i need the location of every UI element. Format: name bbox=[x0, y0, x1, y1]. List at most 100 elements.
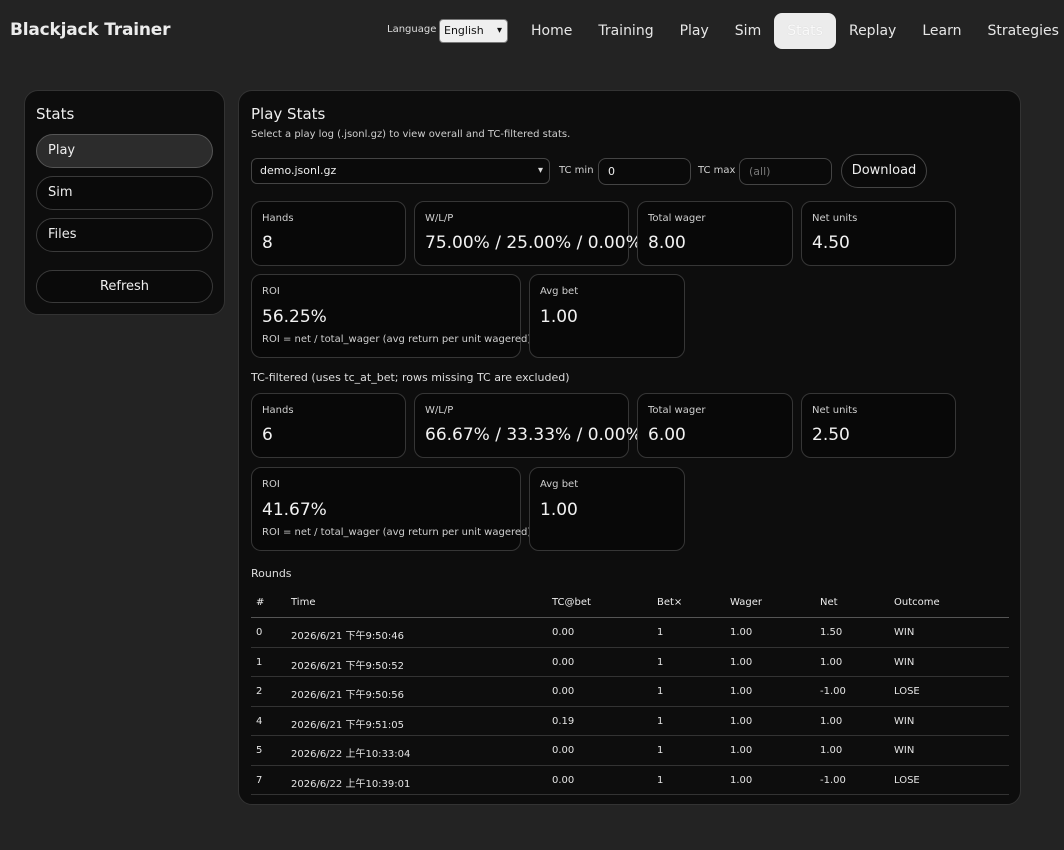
cell-outcome: WIN bbox=[894, 715, 915, 727]
cell-time: 2026/6/22 上午10:39:01 bbox=[291, 778, 411, 790]
filtered-card-wlp: W/L/P 66.67% / 33.33% / 0.00% bbox=[414, 393, 642, 458]
cell-index: 1 bbox=[256, 656, 263, 668]
cell-bet: 1 bbox=[657, 627, 664, 638]
cell-wager: 1.00 bbox=[730, 656, 753, 668]
stat-value: 41.67% bbox=[262, 500, 327, 520]
cell-tc: 0.00 bbox=[552, 627, 575, 638]
table-row: 7 2026/6/22 上午10:39:01 0.00 1 1.00 -1.00… bbox=[251, 766, 1009, 795]
cell-bet: 1 bbox=[657, 745, 664, 756]
cell-time: 2026/6/21 下午9:50:52 bbox=[291, 660, 405, 672]
cell-time: 2026/6/21 下午9:50:56 bbox=[291, 690, 405, 701]
nav-home[interactable]: Home bbox=[518, 13, 585, 49]
cell-bet: 1 bbox=[657, 774, 664, 786]
chevron-down-icon: ▾ bbox=[496, 25, 502, 36]
nav-replay-label: Replay bbox=[848, 23, 897, 39]
cell-wager: 1.00 bbox=[730, 627, 753, 638]
download-button[interactable]: Download bbox=[841, 154, 927, 188]
nav-home-label: Home bbox=[531, 23, 573, 39]
cell-tc: 0.00 bbox=[552, 774, 575, 786]
stats-sidebar: Stats Play Sim Files Refresh bbox=[24, 90, 225, 315]
play-log-select[interactable]: demo.jsonl.gz ▾ bbox=[251, 158, 550, 184]
stat-label: Avg bet bbox=[540, 479, 579, 490]
stat-value: 56.25% bbox=[262, 307, 327, 327]
stat-label: Net units bbox=[812, 405, 858, 416]
stat-value: 6 bbox=[262, 425, 273, 445]
nav-sim[interactable]: Sim bbox=[722, 13, 774, 49]
stat-card-roi: ROI 56.25% ROI = net / total_wager (avg … bbox=[251, 274, 531, 358]
sidebar-item-sim[interactable]: Sim bbox=[36, 176, 213, 210]
nav-training-label: Training bbox=[598, 23, 654, 39]
tc-min-label: TC min bbox=[559, 165, 594, 176]
stat-value: 2.50 bbox=[812, 425, 850, 445]
table-row: 1 2026/6/21 下午9:50:52 0.00 1 1.00 1.00 W… bbox=[251, 648, 1009, 677]
stat-value: 1.00 bbox=[540, 500, 578, 520]
tc-max-input[interactable]: (all) bbox=[739, 158, 832, 185]
stat-label: ROI bbox=[262, 286, 280, 297]
tc-filtered-title: TC-filtered (uses tc_at_bet; rows missin… bbox=[251, 371, 570, 384]
refresh-button[interactable]: Refresh bbox=[36, 270, 213, 303]
roi-note: ROI = net / total_wager (avg return per … bbox=[262, 334, 532, 345]
filtered-card-roi: ROI 41.67% ROI = net / total_wager (avg … bbox=[251, 467, 531, 551]
cell-bet: 1 bbox=[657, 715, 664, 727]
sidebar-item-files[interactable]: Files bbox=[36, 218, 213, 252]
nav-training[interactable]: Training bbox=[585, 13, 666, 49]
filtered-card-avg-bet: Avg bet 1.00 bbox=[529, 467, 685, 551]
top-header: Blackjack Trainer Language English ▾ Hom… bbox=[0, 0, 1064, 62]
cell-time: 2026/6/21 下午9:51:05 bbox=[291, 719, 405, 731]
nav-replay[interactable]: Replay bbox=[836, 13, 909, 49]
rounds-title: Rounds bbox=[251, 567, 292, 580]
table-row: 2 2026/6/21 下午9:50:56 0.00 1 1.00 -1.00 … bbox=[251, 677, 1009, 707]
filtered-card-total-wager: Total wager 6.00 bbox=[637, 393, 793, 458]
language-select[interactable]: English ▾ bbox=[439, 19, 508, 43]
cell-wager: 1.00 bbox=[730, 715, 753, 727]
cell-wager: 1.00 bbox=[730, 686, 753, 697]
stat-value: 6.00 bbox=[648, 425, 686, 445]
stat-label: W/L/P bbox=[425, 405, 454, 416]
cell-tc: 0.00 bbox=[552, 745, 575, 756]
tc-max-label: TC max bbox=[698, 165, 736, 176]
stat-label: W/L/P bbox=[425, 213, 454, 224]
nav-learn[interactable]: Learn bbox=[909, 13, 974, 49]
cell-bet: 1 bbox=[657, 686, 664, 697]
col-header-bet: Bet× bbox=[657, 597, 683, 608]
sidebar-title: Stats bbox=[36, 105, 75, 123]
nav-strategies[interactable]: Strategies bbox=[974, 13, 1064, 49]
rounds-table: # Time TC@bet Bet× Wager Net Outcome 0 2… bbox=[251, 589, 1009, 795]
stat-label: Total wager bbox=[648, 213, 706, 224]
nav-stats[interactable]: Stats bbox=[774, 13, 836, 49]
filtered-card-hands: Hands 6 bbox=[251, 393, 406, 458]
nav-play[interactable]: Play bbox=[667, 13, 722, 49]
page-subtitle: Select a play log (.jsonl.gz) to view ov… bbox=[251, 129, 571, 140]
cell-outcome: LOSE bbox=[894, 774, 920, 786]
nav-sim-label: Sim bbox=[734, 23, 762, 39]
cell-outcome: WIN bbox=[894, 627, 915, 638]
cell-index: 7 bbox=[256, 774, 263, 786]
cell-net: 1.00 bbox=[820, 745, 843, 756]
language-select-value: English bbox=[444, 24, 484, 37]
tc-min-input[interactable]: 0 bbox=[598, 158, 691, 185]
stat-card-avg-bet: Avg bet 1.00 bbox=[529, 274, 685, 358]
cell-wager: 1.00 bbox=[730, 745, 753, 756]
cell-outcome: WIN bbox=[894, 656, 915, 668]
cell-tc: 0.00 bbox=[552, 686, 575, 697]
main-nav: Home Training Play Sim Stats Replay Lear… bbox=[518, 13, 1064, 49]
nav-play-label: Play bbox=[679, 23, 709, 39]
col-header-outcome: Outcome bbox=[894, 597, 940, 608]
cell-net: -1.00 bbox=[820, 686, 846, 697]
cell-index: 4 bbox=[256, 715, 263, 727]
table-row: 4 2026/6/21 下午9:51:05 0.19 1 1.00 1.00 W… bbox=[251, 707, 1009, 736]
cell-bet: 1 bbox=[657, 656, 664, 668]
col-header-time: Time bbox=[291, 597, 316, 608]
play-stats-panel: Play Stats Select a play log (.jsonl.gz)… bbox=[238, 90, 1021, 805]
cell-net: -1.00 bbox=[820, 774, 846, 786]
stat-card-wlp: W/L/P 75.00% / 25.00% / 0.00% bbox=[414, 201, 642, 266]
stat-card-hands: Hands 8 bbox=[251, 201, 406, 266]
stat-value: 8.00 bbox=[648, 233, 686, 253]
sidebar-item-play[interactable]: Play bbox=[36, 134, 213, 168]
cell-tc: 0.00 bbox=[552, 656, 575, 668]
nav-stats-label: Stats bbox=[787, 23, 823, 39]
nav-learn-label: Learn bbox=[922, 23, 962, 39]
col-header-tc: TC@bet bbox=[552, 597, 591, 608]
stat-label: Avg bet bbox=[540, 286, 579, 297]
cell-net: 1.00 bbox=[820, 656, 843, 668]
